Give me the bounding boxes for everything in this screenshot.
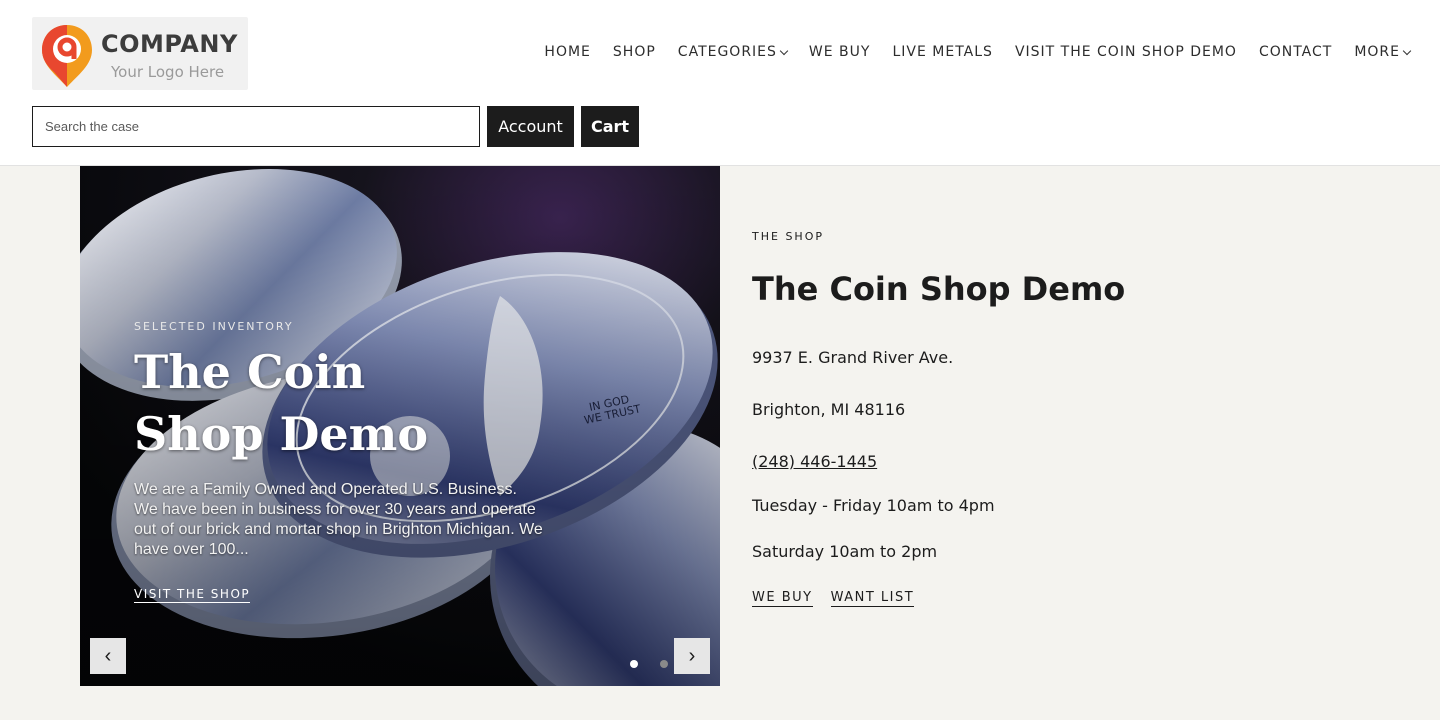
chevron-right-icon: › [688,644,696,667]
slide-next-button[interactable]: › [674,638,710,674]
logo-pin-icon [42,25,92,87]
hero-slideshow: IN GOD WE TRUST SELECTED INVENTORY The C… [80,166,720,686]
chevron-down-icon [779,46,789,55]
nav-more-label: MORE [1354,44,1400,60]
company-logo[interactable]: COMPANY Your Logo Here [32,17,248,90]
nav-categories[interactable]: CATEGORIES [677,44,789,60]
main-nav: HOME SHOP CATEGORIES WE BUY LIVE METALS … [522,44,1412,60]
hero-title: The Coin Shop Demo [134,345,429,461]
nav-home[interactable]: HOME [544,44,590,60]
slide-dot-active[interactable] [630,660,638,668]
address-line-1: 9937 E. Grand River Ave. [752,348,954,367]
account-button[interactable]: Account [487,106,574,147]
want-list-link[interactable]: WANT LIST [830,590,915,607]
nav-home-label: HOME [544,44,591,60]
nav-live-metals[interactable]: LIVE METALS [892,44,992,60]
nav-we-buy-label: WE BUY [808,44,871,60]
cart-button[interactable]: Cart [581,106,639,147]
nav-shop-label: SHOP [612,44,656,60]
hero-description: We are a Family Owned and Operated U.S. … [134,481,543,558]
site-header: COMPANY Your Logo Here HOME SHOP CATEGOR… [0,0,1440,166]
hero-eyebrow: SELECTED INVENTORY [134,320,294,333]
phone-link[interactable]: (248) 446-1445 [752,452,877,471]
hours-weekday: Tuesday - Friday 10am to 4pm [752,496,995,515]
shop-eyebrow: THE SHOP [752,230,824,243]
nav-live-metals-label: LIVE METALS [892,44,993,60]
nav-more[interactable]: MORE [1354,44,1412,60]
nav-we-buy[interactable]: WE BUY [809,44,871,60]
search-input[interactable] [32,106,480,147]
chevron-down-icon [1402,46,1412,55]
nav-visit-demo[interactable]: VISIT THE COIN SHOP DEMO [1015,44,1237,60]
nav-shop[interactable]: SHOP [613,44,656,60]
logo-tagline: Your Logo Here [111,63,225,81]
nav-contact-label: CONTACT [1258,44,1333,60]
logo-wordmark: COMPANY [101,30,238,58]
visit-shop-link[interactable]: VISIT THE SHOP [134,587,251,603]
hours-saturday: Saturday 10am to 2pm [752,542,938,561]
nav-categories-label: CATEGORIES [677,44,777,60]
shop-links: WE BUY WANT LIST [752,590,915,607]
nav-visit-demo-label: VISIT THE COIN SHOP DEMO [1014,44,1237,60]
shop-title: The Coin Shop Demo [752,270,1126,308]
slide-dot[interactable] [660,660,668,668]
address-line-2: Brighton, MI 48116 [752,400,906,419]
we-buy-link[interactable]: WE BUY [752,590,813,607]
slide-prev-button[interactable]: ‹ [90,638,126,674]
chevron-left-icon: ‹ [104,644,112,667]
nav-contact[interactable]: CONTACT [1259,44,1332,60]
